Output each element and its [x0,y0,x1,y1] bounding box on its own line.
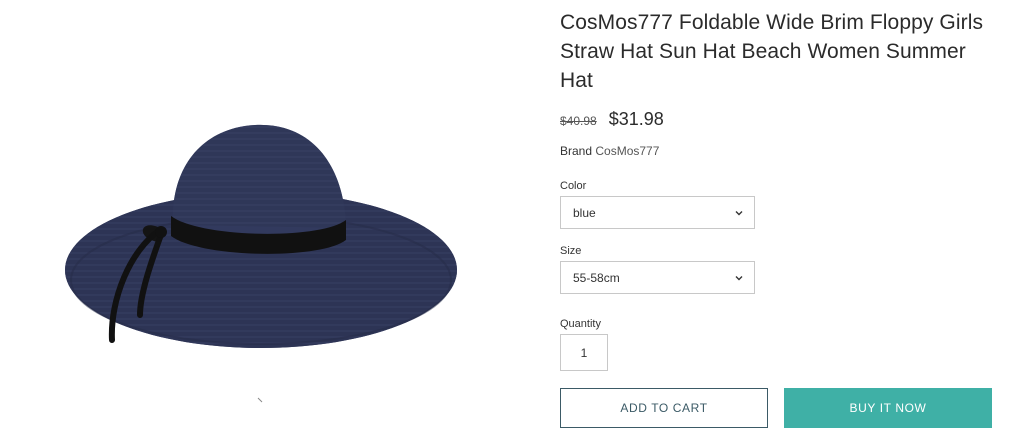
brand-line: Brand CosMos777 [560,144,1000,158]
product-info: CosMos777 Foldable Wide Brim Floppy Girl… [560,8,1000,158]
size-select-value: 55-58cm [573,270,620,285]
quantity-value: 1 [580,345,588,360]
color-label: Color [560,180,587,192]
size-select[interactable]: 55-58cm [560,261,755,294]
size-label: Size [560,245,582,257]
add-to-cart-label: ADD TO CART [620,401,708,415]
add-to-cart-button[interactable]: ADD TO CART [560,388,768,428]
compare-price: $40.98 [560,114,597,128]
sale-price: $31.98 [608,109,664,129]
brand-name[interactable]: CosMos777 [595,144,659,158]
buy-now-button[interactable]: BUY IT NOW [784,388,992,428]
product-title: CosMos777 Foldable Wide Brim Floppy Girl… [560,11,984,92]
color-select[interactable]: blue [560,196,755,229]
price-row: $40.98 $31.98 [560,109,1000,130]
quantity-label: Quantity [560,318,601,330]
chevron-down-icon [735,211,743,216]
chevron-down-icon [735,276,743,281]
buy-now-label: BUY IT NOW [849,401,927,415]
brand-label: Brand [560,144,593,158]
color-select-value: blue [573,205,596,220]
quantity-input[interactable]: 1 [560,334,608,371]
product-image [65,124,457,403]
